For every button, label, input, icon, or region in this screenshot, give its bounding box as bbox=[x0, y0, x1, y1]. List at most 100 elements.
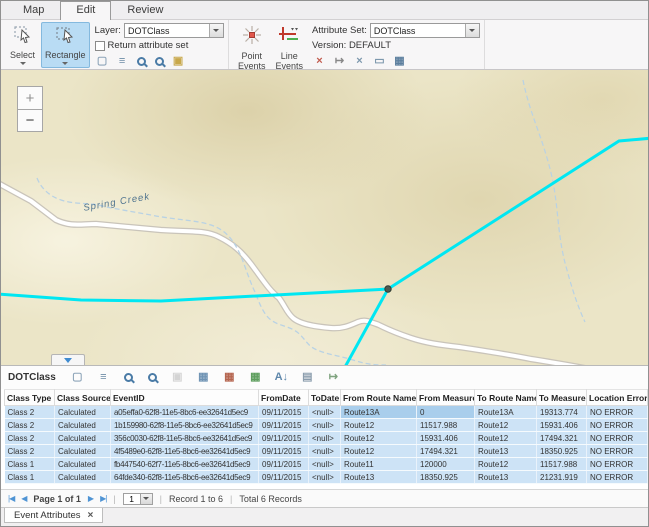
column-header[interactable]: Location Error bbox=[587, 390, 648, 406]
table-cell[interactable]: 09/11/2015 bbox=[259, 471, 309, 484]
table-cell[interactable]: 09/11/2015 bbox=[259, 445, 309, 458]
table-row[interactable]: Class 1Calculated64fde340-62f8-11e5-8bc6… bbox=[5, 471, 648, 484]
table-cell[interactable]: 15931.406 bbox=[537, 419, 587, 432]
floating-attribute-window-icon[interactable]: ▭ bbox=[372, 54, 387, 69]
table-cell[interactable]: 09/11/2015 bbox=[259, 432, 309, 445]
column-header[interactable]: To Measure bbox=[537, 390, 587, 406]
column-header[interactable]: From Measure bbox=[417, 390, 475, 406]
column-header[interactable]: EventID bbox=[111, 390, 259, 406]
line-events-button[interactable]: Line Events bbox=[271, 22, 307, 73]
selection-list-icon[interactable]: ≡ bbox=[115, 54, 130, 69]
table-cell[interactable]: Route12 bbox=[341, 432, 417, 445]
table-cell[interactable]: Calculated bbox=[55, 406, 111, 419]
zoom-to-selected-icon[interactable] bbox=[124, 373, 133, 382]
table-cell[interactable]: Class 1 bbox=[5, 471, 55, 484]
merge-events-icon[interactable]: × bbox=[352, 54, 367, 69]
clear-selection-icon[interactable]: ▣ bbox=[171, 54, 186, 69]
table-cell[interactable]: 0 bbox=[417, 406, 475, 419]
column-header[interactable]: ToDate bbox=[309, 390, 341, 406]
save-edits-icon[interactable]: ▣ bbox=[170, 370, 185, 385]
table-cell[interactable]: <null> bbox=[309, 432, 341, 445]
table-cell[interactable]: <null> bbox=[309, 471, 341, 484]
table-cell[interactable]: Calculated bbox=[55, 445, 111, 458]
table-cell[interactable]: 64fde340-62f8-11e5-8bc6-ee32641d5ec9 bbox=[111, 471, 259, 484]
table-cell[interactable]: NO ERROR bbox=[587, 458, 648, 471]
select-all-records-icon[interactable]: ▦ bbox=[196, 370, 211, 385]
attribute-grid-icon[interactable]: ▦ bbox=[392, 54, 407, 69]
table-row[interactable]: Class 2Calculated356c0030-62f8-11e5-8bc6… bbox=[5, 432, 648, 445]
point-events-button[interactable]: Point Events bbox=[234, 22, 270, 73]
attribute-set-dropdown-button[interactable] bbox=[465, 24, 479, 37]
table-cell[interactable]: 21231.919 bbox=[537, 471, 587, 484]
show-selected-records-icon[interactable]: ≡ bbox=[96, 370, 111, 385]
table-cell[interactable]: Class 2 bbox=[5, 445, 55, 458]
table-cell[interactable]: Route12 bbox=[475, 419, 537, 432]
tab-review[interactable]: Review bbox=[111, 1, 179, 19]
table-row[interactable]: Class 2Calculated1b159980-62f8-11e5-8bc6… bbox=[5, 419, 648, 432]
table-cell[interactable]: Calculated bbox=[55, 471, 111, 484]
column-header[interactable]: Class Type bbox=[5, 390, 55, 406]
pan-to-selected-icon[interactable] bbox=[148, 373, 157, 382]
rectangle-tool-button[interactable]: Rectangle bbox=[41, 22, 90, 68]
table-cell[interactable]: NO ERROR bbox=[587, 445, 648, 458]
last-page-button[interactable]: ▶| bbox=[100, 494, 106, 503]
table-cell[interactable]: 4f5489e0-62f8-11e5-8bc6-ee32641d5ec9 bbox=[111, 445, 259, 458]
attribute-set-dropdown[interactable]: DOTClass bbox=[370, 23, 480, 38]
table-cell[interactable]: Class 1 bbox=[5, 458, 55, 471]
zoom-in-button[interactable]: + bbox=[17, 86, 43, 109]
select-by-shape-icon[interactable]: ▢ bbox=[95, 54, 110, 69]
zoom-to-selection-icon[interactable] bbox=[137, 57, 146, 66]
table-cell[interactable]: 1b159980-62f8-11e5-8bc6-ee32641d5ec9 bbox=[111, 419, 259, 432]
close-icon[interactable]: × bbox=[88, 510, 94, 521]
clear-table-selection-icon[interactable]: ▦ bbox=[222, 370, 237, 385]
measure-range-icon[interactable]: ↦ bbox=[326, 370, 341, 385]
table-cell[interactable]: <null> bbox=[309, 419, 341, 432]
table-cell[interactable]: 15931.406 bbox=[417, 432, 475, 445]
select-dropdown-caret[interactable] bbox=[20, 62, 26, 65]
table-cell[interactable]: Calculated bbox=[55, 458, 111, 471]
table-cell[interactable]: <null> bbox=[309, 458, 341, 471]
table-cell[interactable]: 11517.988 bbox=[417, 419, 475, 432]
delete-events-icon[interactable]: × bbox=[312, 54, 327, 69]
table-cell[interactable]: Calculated bbox=[55, 432, 111, 445]
sort-records-icon[interactable]: A↓ bbox=[274, 370, 289, 385]
table-cell[interactable]: 18350.925 bbox=[537, 445, 587, 458]
table-row[interactable]: Class 2Calculated4f5489e0-62f8-11e5-8bc6… bbox=[5, 445, 648, 458]
attribute-form-icon[interactable]: ▤ bbox=[300, 370, 315, 385]
table-cell[interactable]: NO ERROR bbox=[587, 419, 648, 432]
layer-dropdown[interactable]: DOTClass bbox=[124, 23, 224, 38]
table-cell[interactable]: 09/11/2015 bbox=[259, 406, 309, 419]
add-records-icon[interactable]: ▦ bbox=[248, 370, 263, 385]
table-cell[interactable]: 11517.988 bbox=[537, 458, 587, 471]
table-cell[interactable]: Route11 bbox=[341, 458, 417, 471]
column-header[interactable]: From Route Name bbox=[341, 390, 417, 406]
route-junction-marker[interactable] bbox=[385, 286, 391, 292]
table-cell[interactable]: 120000 bbox=[417, 458, 475, 471]
table-cell[interactable]: 09/11/2015 bbox=[259, 458, 309, 471]
return-attribute-set-checkbox[interactable] bbox=[95, 41, 105, 51]
table-row[interactable]: Class 1Calculatedfb447540-62f7-11e5-8bc6… bbox=[5, 458, 648, 471]
table-cell[interactable]: 09/11/2015 bbox=[259, 419, 309, 432]
zoom-out-button[interactable]: − bbox=[17, 109, 43, 132]
table-cell[interactable]: a05effa0-62f8-11e5-8bc6-ee32641d5ec9 bbox=[111, 406, 259, 419]
table-cell[interactable]: NO ERROR bbox=[587, 471, 648, 484]
page-number-input[interactable] bbox=[123, 493, 141, 505]
table-cell[interactable]: Class 2 bbox=[5, 432, 55, 445]
select-tool-button[interactable]: Select bbox=[6, 22, 39, 68]
table-cell[interactable]: NO ERROR bbox=[587, 432, 648, 445]
table-cell[interactable]: Calculated bbox=[55, 419, 111, 432]
rectangle-dropdown-caret[interactable] bbox=[62, 62, 68, 65]
select-records-icon[interactable]: ▢ bbox=[70, 370, 85, 385]
table-cell[interactable]: <null> bbox=[309, 445, 341, 458]
next-page-button[interactable]: ▶ bbox=[88, 494, 93, 503]
table-cell[interactable]: Route12 bbox=[341, 419, 417, 432]
layer-dropdown-button[interactable] bbox=[209, 24, 223, 37]
column-header[interactable]: To Route Name bbox=[475, 390, 537, 406]
tab-edit[interactable]: Edit bbox=[60, 1, 111, 20]
table-cell[interactable]: 19313.774 bbox=[537, 406, 587, 419]
table-cell[interactable]: Route12 bbox=[475, 432, 537, 445]
tab-map[interactable]: Map bbox=[7, 1, 60, 19]
table-row[interactable]: Class 2Calculateda05effa0-62f8-11e5-8bc6… bbox=[5, 406, 648, 419]
table-cell[interactable]: fb447540-62f7-11e5-8bc6-ee32641d5ec9 bbox=[111, 458, 259, 471]
column-header[interactable]: Class Source bbox=[55, 390, 111, 406]
